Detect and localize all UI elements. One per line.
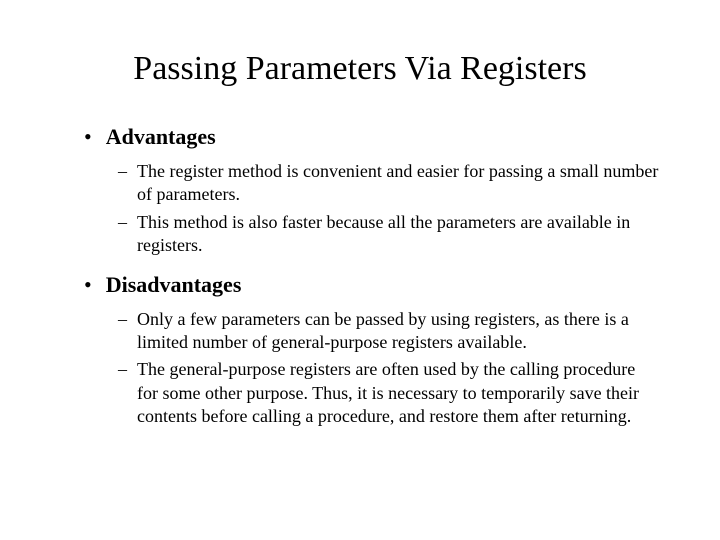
list-item: – The general-purpose registers are ofte… [118, 358, 660, 428]
list-item: – Only a few parameters can be passed by… [118, 308, 660, 355]
list-item: – This method is also faster because all… [118, 211, 660, 258]
item-text: Only a few parameters can be passed by u… [137, 308, 660, 355]
advantages-heading: Advantages [106, 124, 216, 150]
bullet-icon: • [84, 126, 92, 148]
advantages-section: • Advantages – The register method is co… [60, 124, 660, 258]
slide-title: Passing Parameters Via Registers [60, 50, 660, 88]
disadvantages-items: – Only a few parameters can be passed by… [60, 308, 660, 429]
disadvantages-heading: Disadvantages [106, 272, 242, 298]
dash-icon: – [118, 358, 127, 381]
dash-icon: – [118, 160, 127, 183]
item-text: The general-purpose registers are often … [137, 358, 660, 428]
disadvantages-header: • Disadvantages [60, 272, 660, 298]
dash-icon: – [118, 211, 127, 234]
item-text: This method is also faster because all t… [137, 211, 660, 258]
bullet-icon: • [84, 274, 92, 296]
list-item: – The register method is convenient and … [118, 160, 660, 207]
advantages-header: • Advantages [60, 124, 660, 150]
advantages-items: – The register method is convenient and … [60, 160, 660, 258]
disadvantages-section: • Disadvantages – Only a few parameters … [60, 272, 660, 429]
item-text: The register method is convenient and ea… [137, 160, 660, 207]
dash-icon: – [118, 308, 127, 331]
